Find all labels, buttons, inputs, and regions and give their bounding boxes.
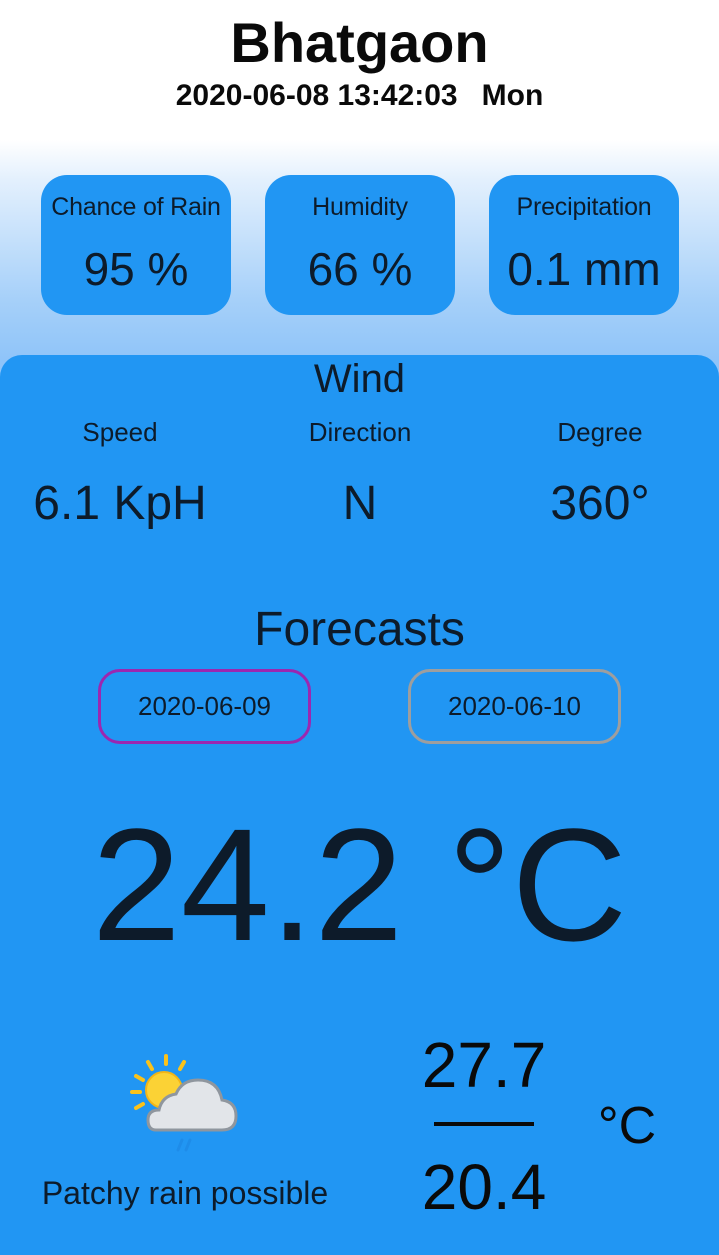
humidity-label: Humidity [312,193,408,221]
min-temperature: 20.4 [421,1151,547,1223]
forecast-date-button[interactable]: 2020-06-10 [408,669,621,744]
humidity-value: 66 % [307,243,413,295]
max-temperature: 27.7 [421,1029,547,1101]
wind-speed-label: Speed [82,417,158,447]
chance-of-rain-label: Chance of Rain [51,193,221,221]
temperature-divider [434,1122,534,1126]
wind-title: Wind [313,357,406,401]
condition-text: Patchy rain possible [41,1175,329,1211]
partly-cloudy-light-rain-icon [130,1054,238,1152]
wind-degree-value: 360° [550,477,650,530]
forecasts-title: Forecasts [254,603,465,656]
weekday: Mon [481,79,544,112]
temperature-unit: °C [597,1097,657,1155]
forecast-date-button-selected[interactable]: 2020-06-09 [98,669,311,744]
precipitation-value: 0.1 mm [507,243,661,295]
chance-of-rain-value: 95 % [83,243,189,295]
wind-degree-label: Degree [557,417,643,447]
wind-direction: Direction N [240,414,480,532]
current-datetime: 2020-06-08 13:42:03 Mon [0,78,719,114]
precipitation-label: Precipitation [516,193,652,221]
city-name: Bhatgaon [230,11,489,74]
wind-speed-value: 6.1 KpH [33,477,207,530]
wind-degree: Degree 360° [480,414,719,532]
wind-direction-label: Direction [308,417,412,447]
wind-speed: Speed 6.1 KpH [0,414,240,532]
humidity-card: Humidity 66 % [265,175,455,315]
wind-direction-value: N [342,477,378,530]
precipitation-card: Precipitation 0.1 mm [489,175,679,315]
datetime-value: 2020-06-08 13:42:03 [175,79,458,112]
forecast-temperature: 24.2 °C [91,795,628,974]
chance-of-rain-card: Chance of Rain 95 % [41,175,231,315]
